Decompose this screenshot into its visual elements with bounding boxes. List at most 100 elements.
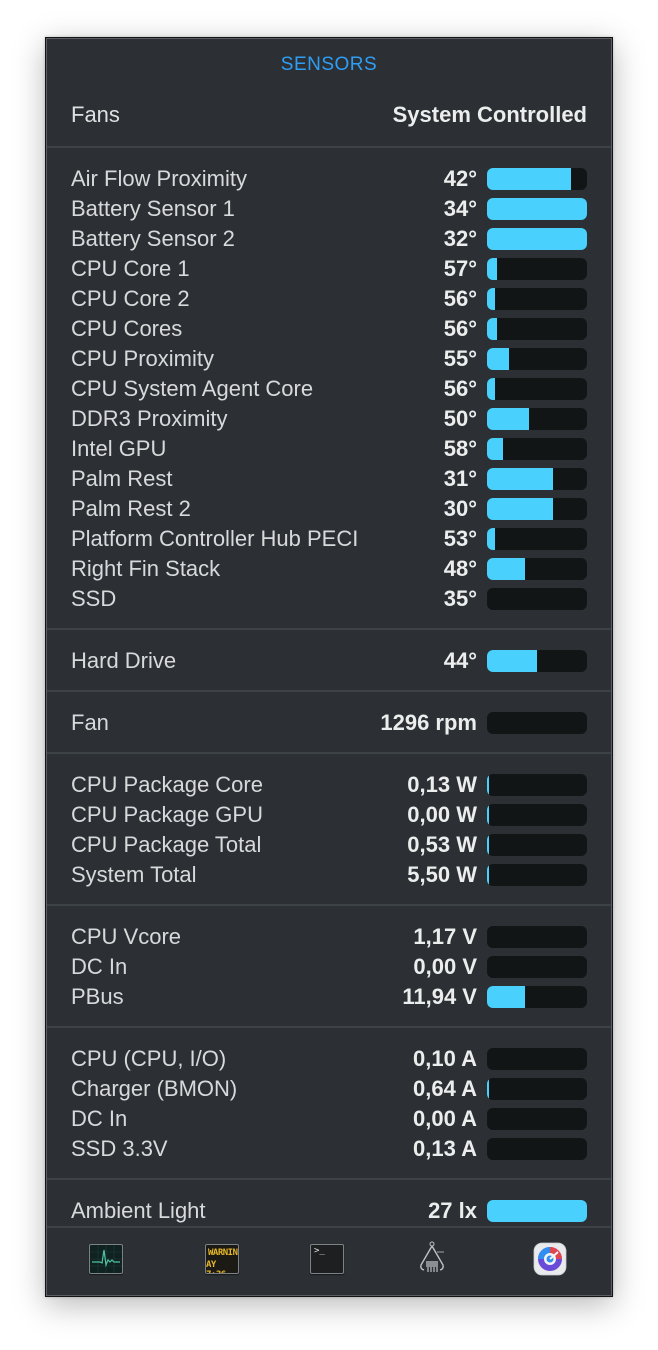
console-icon: WARNIN AY 7:36	[205, 1244, 239, 1274]
sensor-row[interactable]: Palm Rest 31°	[71, 464, 587, 494]
sensor-level-bar	[487, 986, 587, 1008]
sensor-level-fill	[487, 558, 525, 580]
sensor-label: Ambient Light	[71, 1198, 206, 1223]
sensor-label: CPU System Agent Core	[71, 376, 314, 401]
sensor-level-bar	[487, 468, 587, 490]
sensor-row[interactable]: Air Flow Proximity 42°	[71, 164, 587, 194]
sensor-level-bar	[487, 956, 587, 978]
sensor-row[interactable]: Battery Sensor 1 34°	[71, 194, 587, 224]
sensor-value: 57°	[443, 256, 477, 281]
fans-row[interactable]: Fans System Controlled	[71, 98, 587, 132]
fans-label: Fans	[71, 102, 120, 127]
sensor-row[interactable]: Intel GPU 58°	[71, 434, 587, 464]
sensor-label: CPU Package Total	[71, 832, 262, 857]
sensor-row[interactable]: System Total 5,50 W	[71, 860, 587, 890]
sensor-value: 58°	[443, 436, 477, 461]
sensor-value: 11,94 V	[402, 984, 477, 1009]
sensor-level-fill	[487, 650, 537, 672]
sensor-label: Battery Sensor 2	[71, 226, 235, 251]
sensor-row[interactable]: CPU Cores 56°	[71, 314, 587, 344]
sensor-row[interactable]: PBus 11,94 V	[71, 982, 587, 1012]
console-button[interactable]: WARNIN AY 7:36	[205, 1244, 239, 1274]
sensor-level-bar	[487, 650, 587, 672]
sensor-value: 35°	[443, 586, 477, 611]
sensor-row[interactable]: Hard Drive 44°	[71, 646, 587, 676]
sensor-value: 44°	[443, 648, 477, 673]
sensor-level-fill	[487, 378, 495, 400]
sensor-row[interactable]: Platform Controller Hub PECI 53°	[71, 524, 587, 554]
sensor-level-bar	[487, 168, 587, 190]
sensor-row[interactable]: CPU Proximity 55°	[71, 344, 587, 374]
sensor-label: CPU Core 2	[71, 286, 190, 311]
sensor-row[interactable]: CPU Package Core 0,13 W	[71, 770, 587, 800]
section-divider	[47, 904, 611, 906]
sensor-row[interactable]: DDR3 Proximity 50°	[71, 404, 587, 434]
sensor-level-bar	[487, 408, 587, 430]
sensor-row[interactable]: DC In 0,00 A	[71, 1104, 587, 1134]
sensor-level-fill	[487, 198, 587, 220]
sensor-label: Palm Rest 2	[71, 496, 191, 521]
sensor-row[interactable]: CPU Core 1 57°	[71, 254, 587, 284]
sensor-row[interactable]: Palm Rest 2 30°	[71, 494, 587, 524]
sensor-row[interactable]: SSD 35°	[71, 584, 587, 614]
sensor-value: 48°	[443, 556, 477, 581]
sensor-value: 53°	[443, 526, 477, 551]
sensor-value: 56°	[443, 376, 477, 401]
sensor-row[interactable]: SSD 3.3V 0,13 A	[71, 1134, 587, 1164]
system-information-button[interactable]	[416, 1241, 450, 1274]
sensor-level-fill	[487, 228, 587, 250]
sensor-row[interactable]: CPU System Agent Core 56°	[71, 374, 587, 404]
activity-monitor-button[interactable]	[89, 1244, 123, 1274]
istat-menus-button[interactable]	[533, 1242, 567, 1276]
section-divider	[47, 690, 611, 692]
sensor-row[interactable]: Right Fin Stack 48°	[71, 554, 587, 584]
fans-mode-value[interactable]: System Controlled	[393, 102, 587, 128]
sensor-label: CPU Package Core	[71, 772, 263, 797]
sensor-level-bar	[487, 1048, 587, 1070]
istat-menus-icon	[533, 1242, 567, 1276]
sensor-value: 31°	[443, 466, 477, 491]
sensor-value: 34°	[443, 196, 477, 221]
toolbar: WARNIN AY 7:36 >_	[47, 1228, 611, 1294]
sensor-value: 1,17 V	[413, 924, 477, 949]
section-power: CPU Package Core 0,13 W CPU Package GPU 0,0…	[71, 770, 587, 890]
sensor-value: 0,00 A	[412, 1106, 477, 1131]
sensor-row[interactable]: Fan 1296 rpm	[71, 708, 587, 738]
sensor-row[interactable]: Charger (BMON) 0,64 A	[71, 1074, 587, 1104]
sensor-level-bar	[487, 864, 587, 886]
terminal-prompt: >_	[314, 1246, 325, 1256]
sensor-row[interactable]: CPU Package Total 0,53 W	[71, 830, 587, 860]
sensor-label: DC In	[71, 954, 128, 979]
sensor-row[interactable]: Ambient Light 27 lx	[71, 1196, 587, 1226]
sensor-label: System Total	[71, 862, 197, 887]
sensor-value: 0,64 A	[412, 1076, 477, 1101]
sensor-label: Intel GPU	[71, 436, 167, 461]
panel-title: SENSORS	[280, 54, 378, 75]
sensor-label: Charger (BMON)	[71, 1076, 238, 1101]
sensor-level-bar	[487, 198, 587, 220]
terminal-button[interactable]: >_	[310, 1244, 344, 1274]
sensor-level-fill	[487, 986, 525, 1008]
sensor-level-bar	[487, 378, 587, 400]
sensor-label: CPU Package GPU	[71, 802, 263, 827]
sensor-level-bar	[487, 528, 587, 550]
sensor-row[interactable]: CPU Package GPU 0,00 W	[71, 800, 587, 830]
sensor-level-bar	[487, 288, 587, 310]
sensor-level-fill	[487, 528, 495, 550]
sensor-value: 30°	[443, 496, 477, 521]
sensor-row[interactable]: DC In 0,00 V	[71, 952, 587, 982]
sensor-level-fill	[487, 438, 503, 460]
sensor-level-bar	[487, 258, 587, 280]
sensor-level-fill	[487, 348, 509, 370]
section-voltage: CPU Vcore 1,17 V DC In 0,00 V PBus 11,94 V	[71, 922, 587, 1012]
sensor-level-fill	[487, 804, 489, 826]
sensor-row[interactable]: CPU Core 2 56°	[71, 284, 587, 314]
activity-monitor-icon	[89, 1244, 123, 1274]
console-icon-line2: AY 7:36	[206, 1260, 226, 1273]
sensor-label: CPU (CPU, I/O)	[71, 1046, 227, 1071]
sensor-row[interactable]: CPU Vcore 1,17 V	[71, 922, 587, 952]
sensor-row[interactable]: CPU (CPU, I/O) 0,10 A	[71, 1044, 587, 1074]
sensor-level-bar	[487, 318, 587, 340]
sensor-row[interactable]: Battery Sensor 2 32°	[71, 224, 587, 254]
section-divider	[47, 1178, 611, 1180]
